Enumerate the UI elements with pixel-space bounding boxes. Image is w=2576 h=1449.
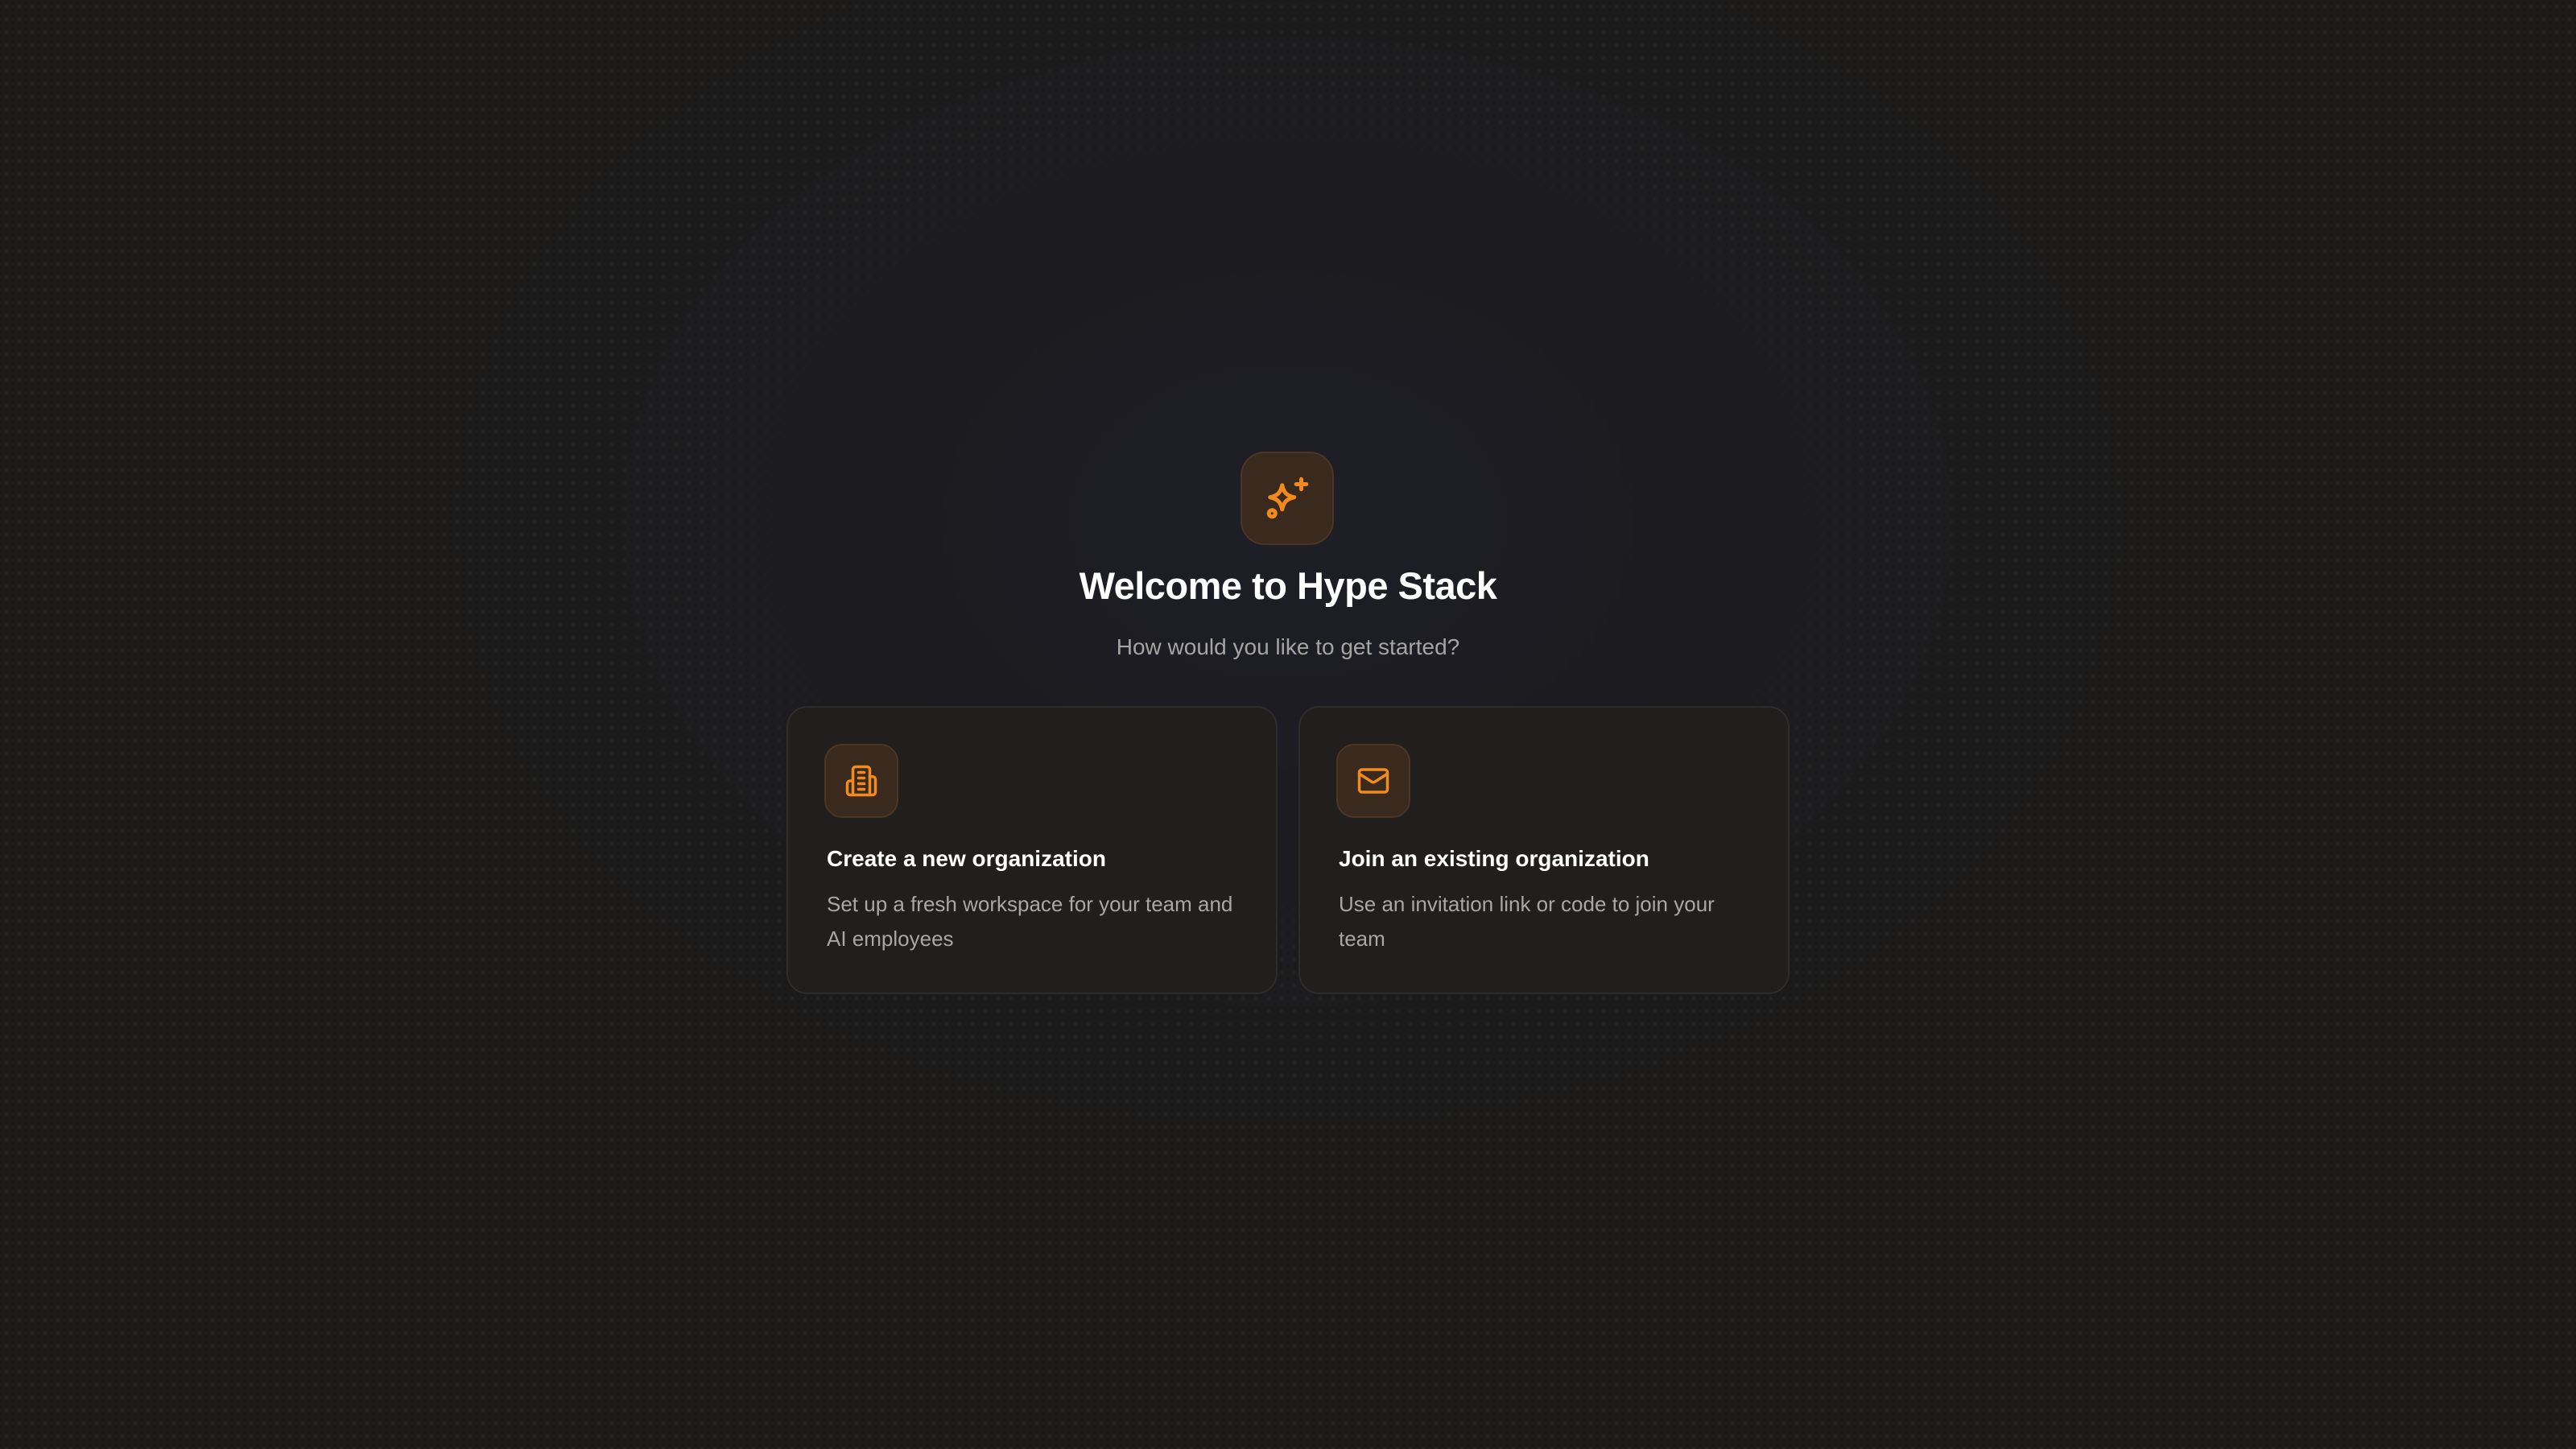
page-subtitle: How would you like to get started? (1116, 634, 1460, 659)
join-organization-card[interactable]: Join an existing organization Use an inv… (1298, 706, 1790, 994)
page-title: Welcome to Hype Stack (1079, 564, 1497, 607)
create-organization-icon-tile (824, 744, 898, 818)
onboarding-container: Welcome to Hype Stack How would you like… (0, 0, 2576, 1449)
join-organization-description: Use an invitation link or code to join y… (1339, 892, 1715, 951)
join-organization-title: Join an existing organization (1339, 846, 1649, 871)
building-icon (845, 765, 877, 797)
mail-icon (1357, 768, 1389, 794)
create-organization-description: Set up a fresh workspace for your team a… (827, 892, 1233, 951)
create-organization-card[interactable]: Create a new organization Set up a fresh… (786, 706, 1278, 994)
sparkles-icon (1266, 477, 1309, 519)
join-organization-icon-tile (1336, 744, 1410, 818)
logo-tile (1241, 452, 1334, 545)
create-organization-title: Create a new organization (827, 846, 1106, 871)
